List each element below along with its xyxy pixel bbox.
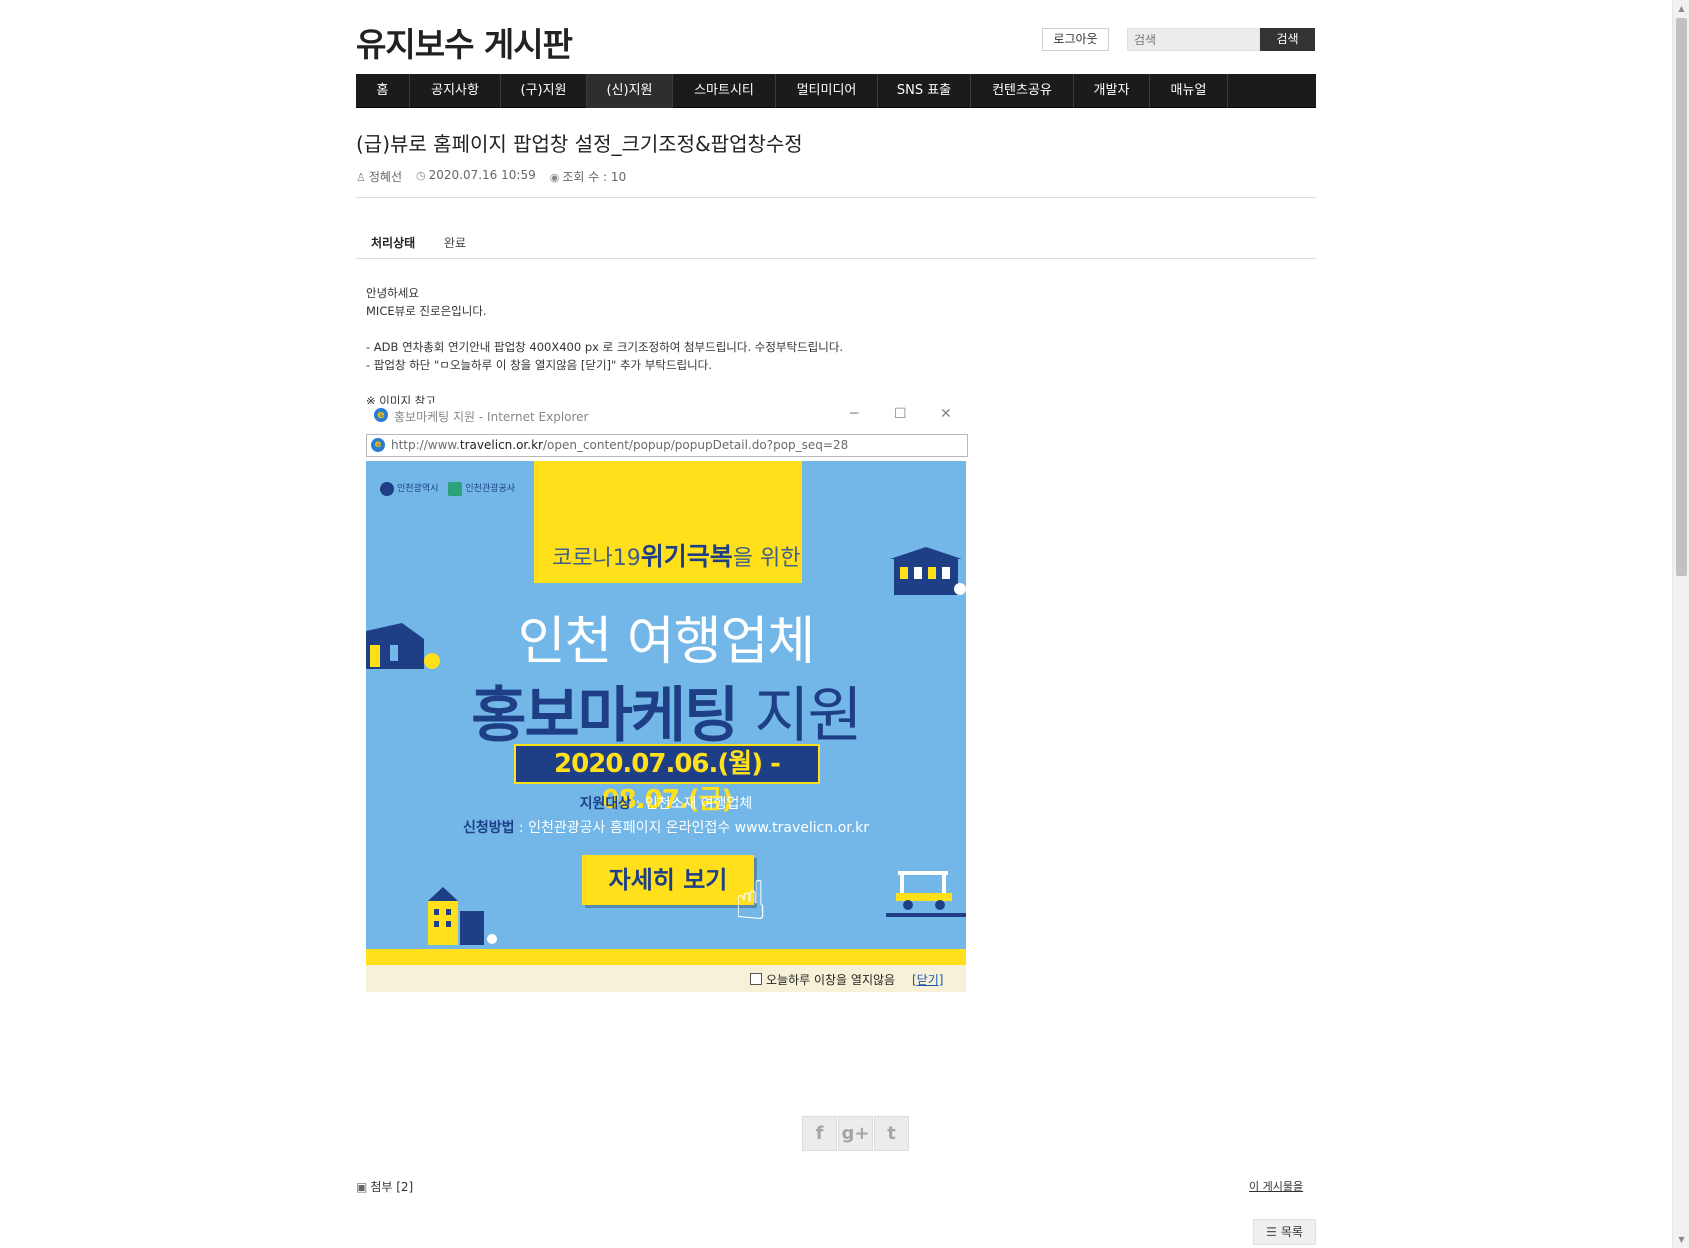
clock-icon: ◷ <box>416 169 426 182</box>
vertical-scrollbar[interactable]: ▲ ▼ <box>1672 0 1689 1248</box>
banner-info-method: 신청방법 : 인천관광공사 홈페이지 온라인접수 www.travelicn.o… <box>462 820 870 836</box>
scroll-down-icon[interactable]: ▼ <box>1673 1231 1689 1248</box>
building-illustration-icon <box>890 547 966 595</box>
list-icon: ☰ <box>1266 1225 1277 1239</box>
close-icon: ✕ <box>940 406 952 422</box>
ie-window-title: 홍보마케팅 지원 - Internet Explorer <box>394 410 589 424</box>
ie-address-bar: e http://www.travelicn.or.kr/open_conten… <box>366 434 968 457</box>
status-row: 처리상태 완료 <box>356 230 1316 259</box>
search-box: 검색 <box>1127 28 1317 51</box>
post-datetime: ◷ 2020.07.16 10:59 <box>416 168 536 182</box>
ie-popup-footer: 오늘하루 이창을 열지않음 [닫기] <box>366 965 966 992</box>
main-nav: 홈 공지사항 (구)지원 (신)지원 스마트시티 멀티미디어 SNS 표출 컨텐… <box>356 74 1316 108</box>
body-line: - ADB 연차총회 연기안내 팝업창 400X400 px 로 크기조정하여 … <box>366 340 844 354</box>
ie-popup-screenshot: e 홍보마케팅 지원 - Internet Explorer ─ ☐ ✕ e h… <box>366 404 968 992</box>
ie-titlebar: e 홍보마케팅 지원 - Internet Explorer ─ ☐ ✕ <box>366 404 968 428</box>
nav-item-manual[interactable]: 매뉴얼 <box>1150 74 1228 108</box>
banner-tagline: 코로나19위기극복을 위한 <box>552 542 801 571</box>
popup-close-link: [닫기] <box>912 973 944 987</box>
nav-item-new-support[interactable]: (신)지원 <box>587 74 673 108</box>
status-value: 완료 <box>444 236 467 250</box>
divider <box>356 197 1316 198</box>
banner-logos: 인천광역시 인천관광공사 <box>380 481 515 496</box>
banner-info-target: 지원대상 : 인천소재 여행업체 <box>579 796 753 812</box>
ie-page-icon: e <box>371 438 385 452</box>
attachment-icon: ▣ <box>356 1180 368 1194</box>
post-body: 안녕하세요 MICE뷰로 진로은입니다. - ADB 연차총회 연기안내 팝업창… <box>366 284 843 410</box>
post-meta: ♙ 정혜선 ◷ 2020.07.16 10:59 ◉ 조회 수 : 10 <box>356 168 626 185</box>
attachments-toggle[interactable]: ▣ 첨부 [2] <box>356 1178 413 1195</box>
banner-headline: 인천 여행업체 <box>517 612 816 672</box>
scroll-thumb[interactable] <box>1676 18 1687 576</box>
eye-icon: ◉ <box>549 171 560 184</box>
search-button[interactable]: 검색 <box>1260 28 1315 51</box>
ie-logo-icon: e <box>374 408 388 422</box>
nav-item-sns[interactable]: SNS 표출 <box>878 74 971 108</box>
banner-detail-button: 자세히 보기 <box>582 855 754 905</box>
promo-banner-image: 인천광역시 인천관광공사 코로나19위기극복을 위한 인천 여행업체 홍보마케팅… <box>366 461 966 965</box>
incheon-tourism-logo-icon <box>448 481 463 496</box>
nav-item-notice[interactable]: 공지사항 <box>410 74 501 108</box>
nav-item-smart-city[interactable]: 스마트시티 <box>673 74 776 108</box>
banner-headline-bold: 홍보마케팅 지원 <box>471 681 862 751</box>
minimize-icon: ─ <box>850 406 859 422</box>
town-illustration-icon <box>428 887 497 945</box>
maximize-icon: ☐ <box>894 406 907 422</box>
list-button[interactable]: ☰ 목록 <box>1253 1219 1316 1245</box>
twitter-share-icon[interactable]: t <box>874 1116 909 1151</box>
banner-date: 2020.07.06.(월) - 08.07.(금) <box>514 744 820 815</box>
status-label: 처리상태 <box>371 236 416 250</box>
google-plus-share-icon[interactable]: g+ <box>838 1116 873 1151</box>
rail-bike-illustration-icon <box>886 871 966 917</box>
site-title[interactable]: 유지보수 게시판 <box>356 18 573 66</box>
dont-show-today-label: 오늘하루 이창을 열지않음 <box>766 973 896 987</box>
search-input[interactable] <box>1127 28 1260 51</box>
nav-item-developer[interactable]: 개발자 <box>1074 74 1150 108</box>
body-line: - 팝업창 하단 "ㅁ오늘하루 이 창을 열지않음 [닫기]" 추가 부탁드립니… <box>366 358 712 372</box>
nav-item-old-support[interactable]: (구)지원 <box>501 74 587 108</box>
body-line: 안녕하세요 <box>366 286 419 300</box>
share-buttons: f g+ t <box>802 1116 909 1151</box>
nav-item-home[interactable]: 홈 <box>356 74 410 108</box>
nav-item-multimedia[interactable]: 멀티미디어 <box>776 74 878 108</box>
post-options-link[interactable]: 이 게시물을 <box>1249 1178 1303 1194</box>
body-line: MICE뷰로 진로은입니다. <box>366 304 487 318</box>
dont-show-today-checkbox <box>750 973 762 985</box>
pointer-hand-icon: ☝ <box>734 869 767 932</box>
logout-button[interactable]: 로그아웃 <box>1042 28 1109 51</box>
incheon-city-logo-icon <box>380 481 394 496</box>
post-views: ◉ 조회 수 : 10 <box>549 170 627 184</box>
user-icon: ♙ <box>356 171 366 184</box>
banner-yellow-strip <box>366 949 966 965</box>
post-title: (급)뷰로 홈페이지 팝업창 설정_크기조정&팝업창수정 <box>356 132 803 156</box>
nav-item-content-share[interactable]: 컨텐츠공유 <box>971 74 1074 108</box>
scroll-up-icon[interactable]: ▲ <box>1673 0 1689 17</box>
post-author[interactable]: ♙ 정혜선 <box>356 168 402 185</box>
facebook-share-icon[interactable]: f <box>802 1116 837 1151</box>
